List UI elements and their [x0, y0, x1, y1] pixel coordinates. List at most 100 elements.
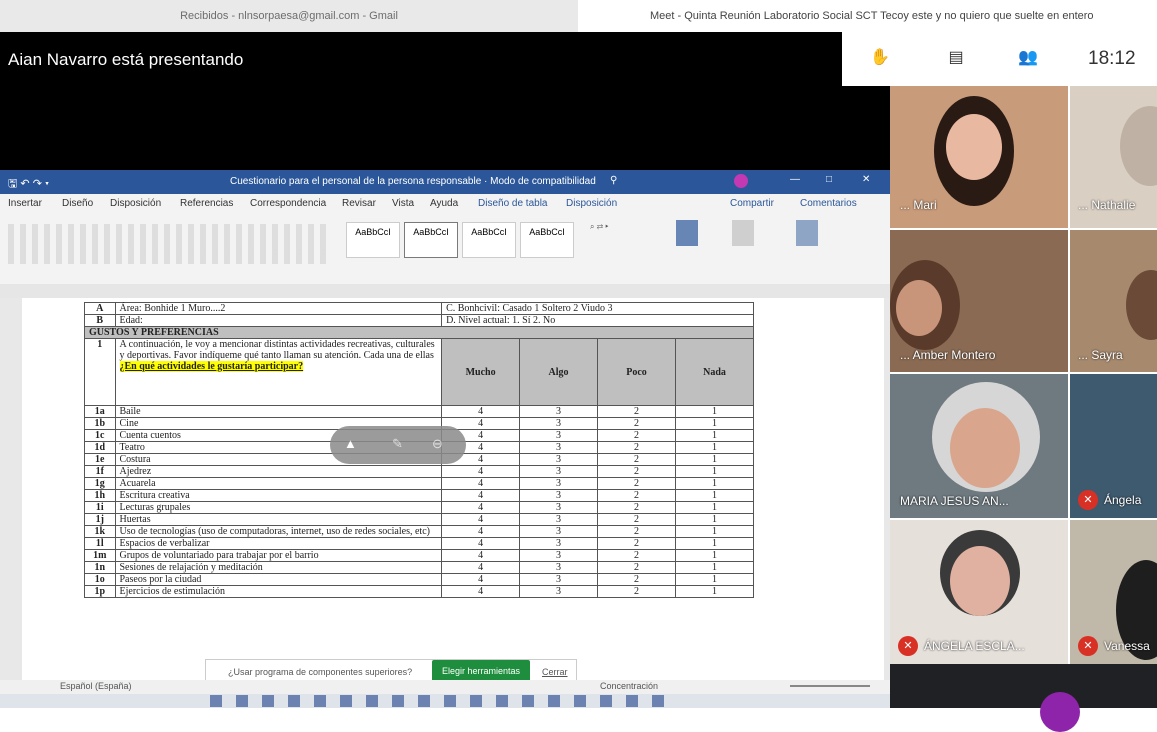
tab-disposicion-tabla[interactable]: Disposición: [566, 198, 617, 209]
participant-tile[interactable]: ... Amber Montero: [890, 230, 1068, 372]
activity-label[interactable]: Baile: [114, 405, 443, 418]
tab-revisar[interactable]: Revisar: [342, 198, 376, 209]
rating-cell[interactable]: 3: [519, 453, 599, 466]
rating-cell[interactable]: 4: [441, 549, 521, 562]
rating-cell[interactable]: 1: [674, 561, 755, 574]
rating-cell[interactable]: 4: [441, 477, 521, 490]
language-status[interactable]: Español (España): [60, 681, 132, 691]
rating-cell[interactable]: 2: [597, 513, 676, 526]
rating-cell[interactable]: 4: [441, 465, 521, 478]
rating-cell[interactable]: 2: [597, 405, 676, 418]
people-icon[interactable]: 👥: [1014, 46, 1042, 70]
question-cell[interactable]: A continuación, le voy a mencionar disti…: [114, 338, 443, 406]
rating-cell[interactable]: 3: [519, 429, 599, 442]
activity-label[interactable]: Acuarela: [114, 477, 443, 490]
participant-tile[interactable]: ✕ Ángela: [1070, 374, 1157, 518]
tab-diseno-tabla[interactable]: Diseño de tabla: [478, 198, 548, 209]
rating-cell[interactable]: 1: [674, 465, 755, 478]
focus-status[interactable]: Concentración: [600, 681, 658, 691]
activity-label[interactable]: Grupos de voluntariado para trabajar por…: [114, 549, 443, 562]
activity-label[interactable]: Ejercicios de estimulación: [114, 585, 443, 598]
tab-vista[interactable]: Vista: [392, 198, 414, 209]
rating-cell[interactable]: 2: [597, 441, 676, 454]
rating-cell[interactable]: 3: [519, 573, 599, 586]
rating-cell[interactable]: 1: [674, 417, 755, 430]
rating-cell[interactable]: 1: [674, 477, 755, 490]
notification-action-button[interactable]: Elegir herramientas: [432, 660, 530, 682]
eraser-icon[interactable]: ⊖: [432, 436, 443, 452]
participant-tile[interactable]: ✕ Vanessa: [1070, 520, 1157, 664]
tab-correspondencia[interactable]: Correspondencia: [250, 198, 326, 209]
zoom-slider[interactable]: [790, 685, 870, 687]
participant-tile[interactable]: ... Mari: [890, 86, 1068, 228]
tab-insertar[interactable]: Insertar: [8, 198, 42, 209]
participant-tile[interactable]: ... Nathalie: [1070, 86, 1157, 228]
rating-cell[interactable]: 2: [597, 429, 676, 442]
rating-cell[interactable]: 4: [441, 501, 521, 514]
minimize-icon[interactable]: —: [790, 174, 800, 185]
pointer-icon[interactable]: ▲: [344, 436, 357, 451]
rating-cell[interactable]: 3: [519, 477, 599, 490]
rating-cell[interactable]: 1: [674, 441, 755, 454]
cell[interactable]: C. Bonhcivil: Casado 1 Soltero 2 Viudo 3: [441, 302, 754, 315]
rating-cell[interactable]: 4: [441, 489, 521, 502]
cell[interactable]: Área: Bonhide 1 Muro....2: [114, 302, 443, 315]
activity-label[interactable]: Huertas: [114, 513, 443, 526]
participant-tile[interactable]: ... Sayra: [1070, 230, 1157, 372]
participant-tile[interactable]: MARIA JESUS AN...: [890, 374, 1068, 518]
rating-cell[interactable]: 4: [441, 513, 521, 526]
rating-cell[interactable]: 2: [597, 525, 676, 538]
self-avatar[interactable]: [1040, 692, 1080, 732]
activity-label[interactable]: Sesiones de relajación y meditación: [114, 561, 443, 574]
rating-cell[interactable]: 2: [597, 537, 676, 550]
rating-cell[interactable]: 4: [441, 525, 521, 538]
rating-cell[interactable]: 3: [519, 405, 599, 418]
participant-tile[interactable]: ✕ ÁNGELA ESCLA...: [890, 520, 1068, 664]
rating-cell[interactable]: 1: [674, 513, 755, 526]
tab-referencias[interactable]: Referencias: [180, 198, 233, 209]
rating-cell[interactable]: 1: [674, 489, 755, 502]
maximize-icon[interactable]: □: [826, 174, 832, 185]
comments-button[interactable]: Comentarios: [800, 198, 857, 209]
rating-cell[interactable]: 4: [441, 405, 521, 418]
tab-gmail[interactable]: Recibidos - nlnsorpaesa@gmail.com - Gmai…: [0, 0, 578, 32]
tab-diseno[interactable]: Diseño: [62, 198, 93, 209]
quick-access-icons[interactable]: 🖫 ↶ ↷ ▾: [8, 175, 49, 194]
cell[interactable]: D. Nivel actual: 1. Sí 2. No: [441, 314, 754, 327]
rating-cell[interactable]: 1: [674, 405, 755, 418]
rating-cell[interactable]: 3: [519, 525, 599, 538]
font-paragraph-controls[interactable]: [8, 224, 328, 264]
rating-cell[interactable]: 4: [441, 537, 521, 550]
rating-cell[interactable]: 3: [519, 513, 599, 526]
rating-cell[interactable]: 1: [674, 453, 755, 466]
ruler[interactable]: [0, 284, 890, 298]
rating-cell[interactable]: 3: [519, 465, 599, 478]
rating-cell[interactable]: 2: [597, 573, 676, 586]
rating-cell[interactable]: 3: [519, 501, 599, 514]
search-icon[interactable]: ⚲: [610, 175, 617, 186]
rating-cell[interactable]: 4: [441, 585, 521, 598]
rating-cell[interactable]: 4: [441, 573, 521, 586]
rating-cell[interactable]: 2: [597, 477, 676, 490]
rating-cell[interactable]: 3: [519, 537, 599, 550]
rating-cell[interactable]: 1: [674, 501, 755, 514]
close-icon[interactable]: ✕: [862, 174, 870, 185]
tab-ayuda[interactable]: Ayuda: [430, 198, 458, 209]
rating-cell[interactable]: 2: [597, 417, 676, 430]
style-normal[interactable]: AaBbCcI: [346, 222, 400, 258]
rating-cell[interactable]: 3: [519, 489, 599, 502]
raised-hand-icon[interactable]: ✋: [866, 46, 894, 70]
pen-icon[interactable]: ✎: [392, 436, 403, 452]
activity-label[interactable]: Uso de tecnologías (uso de computadoras,…: [114, 525, 443, 538]
rating-cell[interactable]: 1: [674, 585, 755, 598]
style-heading1[interactable]: AaBbCcI: [462, 222, 516, 258]
avatar[interactable]: [734, 174, 748, 188]
style-heading2[interactable]: AaBbCcI: [520, 222, 574, 258]
rating-cell[interactable]: 4: [441, 561, 521, 574]
share-button[interactable]: Compartir: [730, 198, 774, 209]
rating-cell[interactable]: 1: [674, 549, 755, 562]
rating-cell[interactable]: 1: [674, 537, 755, 550]
rating-cell[interactable]: 1: [674, 525, 755, 538]
notification-dismiss[interactable]: Cerrar: [542, 667, 568, 677]
rating-cell[interactable]: 3: [519, 585, 599, 598]
